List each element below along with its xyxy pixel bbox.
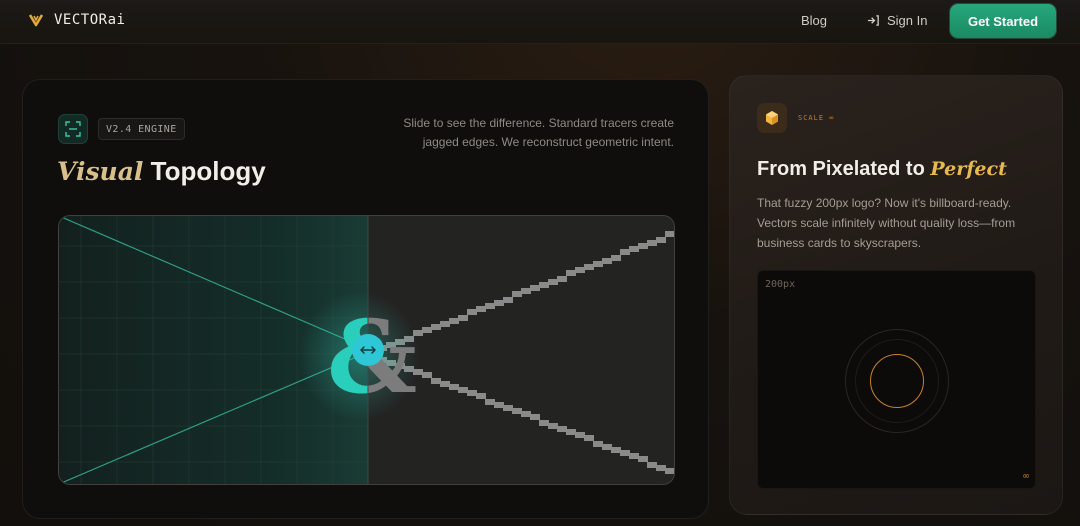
raster-pixel [629, 453, 639, 459]
raster-pixel [530, 285, 540, 291]
raster-pixel [431, 324, 441, 330]
raster-pixel [512, 291, 522, 297]
visual-topology-card: V2.4 ENGINE Visual Topology Slide to see… [22, 79, 709, 519]
raster-pixel [521, 288, 531, 294]
brand-name: VECTORai [54, 12, 126, 28]
topology-title: Visual Topology [57, 156, 266, 187]
raster-pixel [674, 228, 675, 234]
raster-pixel [548, 279, 558, 285]
scale-title: From Pixelated to Perfect [757, 158, 1007, 181]
raster-pixel [647, 462, 657, 468]
raster-pixel [638, 456, 648, 462]
raster-pixel [503, 405, 513, 411]
brand-logo[interactable]: VECTORai [28, 12, 125, 28]
sign-in-icon [867, 15, 879, 26]
comparison-slider[interactable]: & & [58, 215, 675, 485]
engine-version-badge: V2.4 ENGINE [98, 118, 185, 140]
scale-preview: 200px ∞ [757, 270, 1036, 489]
infinity-badge: ∞ [1022, 471, 1029, 482]
raster-pixel [440, 381, 450, 387]
raster-pixel [548, 423, 558, 429]
raster-pixel [467, 390, 477, 396]
raster-pixel [566, 429, 576, 435]
raster-pixel [620, 450, 630, 456]
raster-pixel [485, 399, 495, 405]
raster-pixel [629, 246, 639, 252]
brand-v-icon [28, 14, 44, 27]
raster-pixel [575, 267, 585, 273]
raster-pixel [638, 243, 648, 249]
raster-pixel [566, 270, 576, 276]
raster-pixel [602, 444, 612, 450]
raster-pixel [458, 315, 468, 321]
scale-title-accent: Perfect [930, 158, 1007, 180]
raster-pixel [539, 282, 549, 288]
raster-pixel [431, 378, 441, 384]
raster-pixel [449, 318, 459, 324]
raster-pixel [494, 300, 504, 306]
nav-blog-link[interactable]: Blog [801, 13, 827, 28]
raster-pixel [485, 303, 495, 309]
raster-pixel [665, 468, 674, 474]
raster-pixel [422, 327, 432, 333]
raster-pixel [422, 372, 432, 378]
topology-title-accent: Visual [57, 157, 144, 186]
raster-pixel [593, 261, 603, 267]
raster-pixel [467, 309, 477, 315]
raster-pixel [620, 249, 630, 255]
comparison-canvas: & & [59, 216, 675, 484]
raster-pixel [584, 435, 594, 441]
raster-pixel [476, 393, 486, 399]
raster-pixel [557, 426, 567, 432]
raster-pixel [584, 264, 594, 270]
nav-sign-in-link[interactable]: Sign In [867, 13, 927, 28]
raster-pixel [440, 321, 450, 327]
raster-pixel [602, 258, 612, 264]
raster-pixel [611, 447, 621, 453]
raster-pixel [494, 402, 504, 408]
sign-in-label: Sign In [887, 13, 928, 28]
scale-description: That fuzzy 200px logo? Now it's billboar… [757, 196, 1016, 250]
raster-pixel [593, 441, 603, 447]
top-nav: VECTORai Blog Sign In Get Started [0, 0, 1080, 44]
preview-ring-logo [870, 354, 924, 408]
raster-pixel [647, 240, 657, 246]
raster-pixel [476, 306, 486, 312]
raster-pixel [674, 471, 675, 477]
scale-title-start: From Pixelated to [757, 158, 931, 180]
raster-pixel [665, 231, 674, 237]
get-started-button[interactable]: Get Started [950, 4, 1056, 38]
scale-label: SCALE ∞ [798, 114, 835, 122]
raster-pixel [458, 387, 468, 393]
raster-pixel [611, 255, 621, 261]
cube-icon [757, 103, 787, 133]
raster-pixel [557, 276, 567, 282]
raster-pixel [512, 408, 522, 414]
raster-pixel [521, 411, 531, 417]
raster-pixel [539, 420, 549, 426]
topology-description: Slide to see the difference. Standard tr… [403, 116, 674, 149]
slider-handle[interactable] [352, 334, 384, 366]
scale-card: SCALE ∞ From Pixelated to Perfect That f… [729, 75, 1063, 515]
raster-pixel [503, 297, 513, 303]
raster-pixel [656, 237, 666, 243]
raster-pixel [530, 414, 540, 420]
raster-pixel [575, 432, 585, 438]
raster-pixel [656, 465, 666, 471]
scan-icon [58, 114, 88, 144]
preview-size-label: 200px [765, 279, 796, 290]
topology-title-rest: Topology [143, 156, 266, 186]
raster-pixel [449, 384, 459, 390]
